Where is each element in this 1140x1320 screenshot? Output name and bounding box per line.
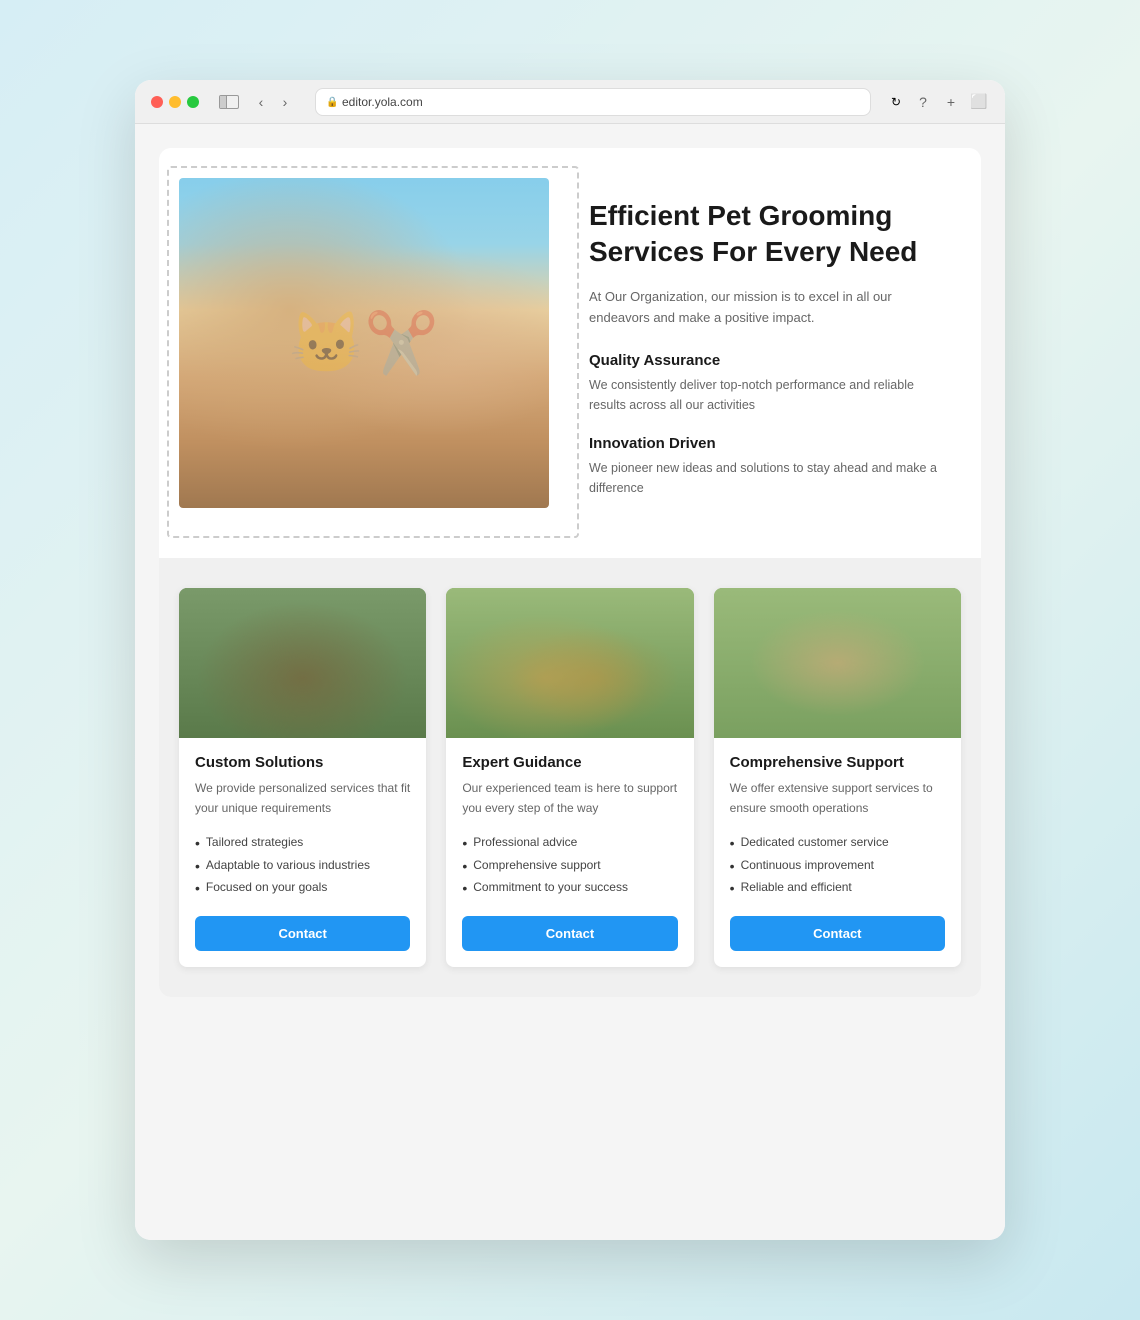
forward-button[interactable]: › [275,92,295,112]
feature-quality-title: Quality Assurance [589,352,951,369]
card-expert-description: Our experienced team is here to support … [462,779,677,817]
card-expert-guidance: Expert Guidance Our experienced team is … [446,588,693,967]
lock-icon: 🔒 [326,97,336,107]
share-button[interactable]: ⬜ [969,92,989,112]
reload-icon[interactable]: ↻ [891,95,901,109]
list-item: Commitment to your success [462,877,677,900]
card-support-description: We offer extensive support services to e… [730,779,945,817]
hero-image [179,178,549,508]
feature-quality: Quality Assurance We consistently delive… [589,352,951,415]
back-button[interactable]: ‹ [251,92,271,112]
card-expert-body: Expert Guidance Our experienced team is … [446,738,693,967]
list-item: Focused on your goals [195,877,410,900]
hero-text: Efficient Pet Grooming Services For Ever… [589,178,951,518]
contact-button-3[interactable]: Contact [730,916,945,951]
url-text: editor.yola.com [342,95,423,109]
nav-arrows: ‹ › [251,92,295,112]
list-item: Comprehensive support [462,855,677,878]
close-button[interactable] [151,96,163,108]
feature-innovation: Innovation Driven We pioneer new ideas a… [589,435,951,498]
sidebar-toggle-icon[interactable] [219,95,239,109]
card-support-body: Comprehensive Support We offer extensive… [714,738,961,967]
contact-button-1[interactable]: Contact [195,916,410,951]
card-comprehensive-support: Comprehensive Support We offer extensive… [714,588,961,967]
list-item: Dedicated customer service [730,832,945,855]
card-support-list: Dedicated customer service Continuous im… [730,832,945,900]
cards-grid: Custom Solutions We provide personalized… [179,588,961,967]
help-button[interactable]: ? [913,92,933,112]
card-custom-solutions: Custom Solutions We provide personalized… [179,588,426,967]
contact-button-2[interactable]: Contact [462,916,677,951]
card-custom-title: Custom Solutions [195,754,410,771]
feature-quality-description: We consistently deliver top-notch perfor… [589,375,951,415]
list-item: Reliable and efficient [730,877,945,900]
browser-content: Efficient Pet Grooming Services For Ever… [135,124,1005,1240]
card-expert-list: Professional advice Comprehensive suppor… [462,832,677,900]
feature-innovation-title: Innovation Driven [589,435,951,452]
cards-section: Custom Solutions We provide personalized… [159,558,981,997]
new-tab-button[interactable]: + [941,92,961,112]
hero-title: Efficient Pet Grooming Services For Ever… [589,198,951,271]
list-item: Adaptable to various industries [195,855,410,878]
page-content: Efficient Pet Grooming Services For Ever… [159,148,981,997]
minimize-button[interactable] [169,96,181,108]
card-custom-description: We provide personalized services that fi… [195,779,410,817]
list-item: Continuous improvement [730,855,945,878]
hero-description: At Our Organization, our mission is to e… [589,287,951,329]
list-item: Tailored strategies [195,832,410,855]
feature-innovation-description: We pioneer new ideas and solutions to st… [589,458,951,498]
browser-window: ‹ › 🔒 editor.yola.com ↻ ? + ⬜ Efficient … [135,80,1005,1240]
browser-chrome: ‹ › 🔒 editor.yola.com ↻ ? + ⬜ [135,80,1005,124]
card-dogs-image [446,588,693,738]
browser-actions: ? + ⬜ [913,92,989,112]
address-bar[interactable]: 🔒 editor.yola.com [315,88,871,116]
list-item: Professional advice [462,832,677,855]
hero-image-container [179,178,549,508]
traffic-lights [151,96,199,108]
card-custom-body: Custom Solutions We provide personalized… [179,738,426,967]
card-cat-image [179,588,426,738]
card-rabbit-image [714,588,961,738]
card-expert-title: Expert Guidance [462,754,677,771]
maximize-button[interactable] [187,96,199,108]
card-support-title: Comprehensive Support [730,754,945,771]
card-custom-list: Tailored strategies Adaptable to various… [195,832,410,900]
hero-section: Efficient Pet Grooming Services For Ever… [159,148,981,558]
